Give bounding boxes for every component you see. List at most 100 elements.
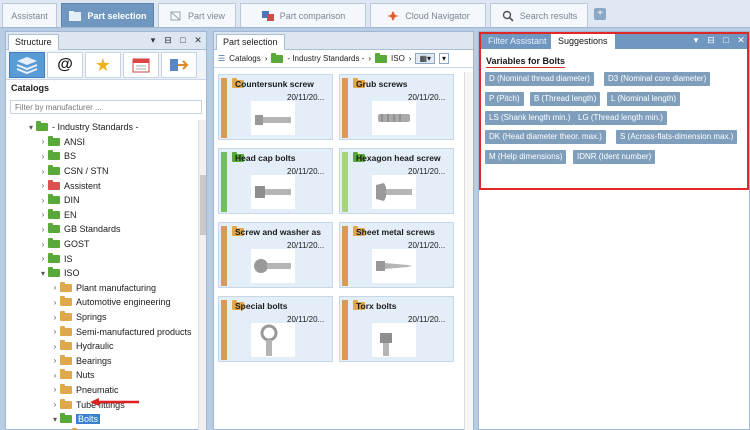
dropdown-icon[interactable]: ▾ (692, 35, 700, 46)
view-options-dropdown[interactable]: ▾ (439, 53, 450, 64)
part-card[interactable]: Head cap bolts 20/11/20... (218, 148, 333, 214)
variable-chip[interactable]: M (Help dimensions) (485, 150, 567, 164)
chevron-right-icon[interactable]: › (50, 371, 60, 380)
tree-item[interactable]: › GOST (6, 237, 200, 252)
chevron-right-icon[interactable]: › (38, 137, 48, 146)
calendar-view-button[interactable] (123, 52, 159, 78)
variable-chip[interactable]: B (Thread length) (530, 92, 601, 106)
variable-chip[interactable]: S (Across-flats-dimension max.) (616, 130, 738, 144)
tree-item[interactable]: › IS (6, 251, 200, 266)
tree-item[interactable]: › DIN (6, 193, 200, 208)
dropdown-icon[interactable]: ▾ (149, 35, 157, 46)
chevron-right-icon[interactable]: › (38, 240, 48, 249)
chevron-down-icon[interactable]: ▾ (38, 269, 48, 278)
chevron-right-icon[interactable]: › (50, 356, 60, 365)
chevron-right-icon[interactable]: › (50, 283, 60, 292)
chevron-right-icon[interactable]: › (50, 298, 60, 307)
structure-tab[interactable]: Structure (8, 34, 59, 50)
tree-item[interactable]: › ANSI (6, 135, 200, 150)
tree-item[interactable]: › Assistent (6, 178, 200, 193)
tree-item[interactable]: ›Countersunk screw (6, 426, 200, 430)
part-grid-scrollbar[interactable] (464, 72, 473, 430)
tree-item[interactable]: ▾ - Industry Standards - (6, 120, 200, 135)
chevron-right-icon[interactable]: › (38, 225, 48, 234)
close-icon[interactable]: ✕ (737, 35, 745, 46)
chevron-right-icon[interactable]: › (38, 181, 48, 190)
at-view-button[interactable]: @ (47, 52, 83, 78)
catalogs-view-button[interactable] (9, 52, 45, 78)
folder-icon (271, 52, 284, 63)
part-card[interactable]: Special bolts 20/11/20... (218, 296, 333, 362)
variable-chip[interactable]: P (Pitch) (485, 92, 524, 106)
tree-scrollbar-thumb[interactable] (200, 175, 206, 235)
view-mode-button[interactable]: ▦▾ (415, 53, 436, 64)
part-card[interactable]: Countersunk screw 20/11/20... (218, 74, 333, 140)
variable-chip[interactable]: IDNR (Ident number) (573, 150, 656, 164)
export-view-button[interactable] (161, 52, 197, 78)
tree-item-label: Assistent (64, 180, 101, 191)
tree-item[interactable]: › BS (6, 149, 200, 164)
tree-item[interactable]: › Pneumatic (6, 383, 200, 398)
tree-item[interactable]: › EN (6, 208, 200, 223)
maximize-icon[interactable]: □ (179, 35, 187, 46)
part-card[interactable]: Grub screws 20/11/20... (339, 74, 454, 140)
catalog-tree: ▾ - Industry Standards - › ANSI › BS › CSN / ST… (6, 120, 200, 430)
tree-item[interactable]: ▾ Bolts (6, 412, 200, 427)
chevron-right-icon[interactable]: › (38, 210, 48, 219)
tab-cloud-navigator[interactable]: Cloud Navigator (370, 3, 486, 27)
favorites-view-button[interactable]: ★ (85, 52, 121, 78)
variable-chip[interactable]: D3 (Nominal core diameter) (604, 72, 711, 86)
tree-item[interactable]: › Plant manufacturing (6, 281, 200, 296)
add-tab-button[interactable]: + (594, 8, 606, 20)
variable-chip[interactable]: LG (Thread length min.) (574, 111, 667, 125)
tab-search-results[interactable]: Search results (490, 3, 588, 27)
tree-item[interactable]: › Bearings (6, 354, 200, 369)
chevron-right-icon[interactable]: › (50, 385, 60, 394)
chevron-right-icon[interactable]: › (38, 152, 48, 161)
tree-item[interactable]: › CSN / STN (6, 164, 200, 179)
tree-item-label: Bolts (76, 414, 101, 425)
tree-item[interactable]: › Nuts (6, 368, 200, 383)
tab-part-selection[interactable]: Part selection (61, 3, 154, 27)
part-card[interactable]: Sheet metal screws 20/11/20... (339, 222, 454, 288)
breadcrumb-iso[interactable]: ISO (391, 54, 405, 63)
close-icon[interactable]: ✕ (194, 35, 202, 46)
part-selection-tab[interactable]: Part selection (216, 34, 285, 50)
part-card[interactable]: Screw and washer as 20/11/20... (218, 222, 333, 288)
breadcrumb-industry-standards[interactable]: - Industry Standards - (287, 54, 364, 63)
manufacturer-filter-input[interactable]: Filter by manufacturer ... (10, 100, 202, 114)
chevron-down-icon[interactable]: ▾ (26, 123, 36, 132)
tree-item[interactable]: › Springs (6, 310, 200, 325)
chevron-right-icon[interactable]: › (50, 313, 60, 322)
maximize-icon[interactable]: □ (722, 35, 730, 46)
tab-filter-assistant[interactable]: Filter Assistant (481, 34, 554, 49)
chevron-right-icon[interactable]: › (50, 400, 60, 409)
chevron-right-icon[interactable]: › (50, 342, 60, 351)
tree-item[interactable]: › Semi-manufactured products (6, 324, 200, 339)
tree-item[interactable]: › Automotive engineering (6, 295, 200, 310)
tree-scrollbar[interactable] (198, 120, 206, 430)
variable-chip[interactable]: D (Nominal thread diameter) (485, 72, 594, 86)
pin-icon[interactable]: ⊟ (164, 35, 172, 46)
tab-part-view[interactable]: Part view (158, 3, 236, 27)
part-card[interactable]: Hexagon head screw 20/11/20... (339, 148, 454, 214)
tab-part-comparison[interactable]: Part comparison (240, 3, 366, 27)
tree-item[interactable]: › GB Standards (6, 222, 200, 237)
chevron-right-icon[interactable]: › (50, 327, 60, 336)
bolt-preview-icon (251, 101, 295, 135)
tree-item[interactable]: › Hydraulic (6, 339, 200, 354)
part-card[interactable]: Torx bolts 20/11/20... (339, 296, 454, 362)
folder-icon (48, 150, 60, 161)
chevron-right-icon[interactable]: › (38, 196, 48, 205)
variable-chip[interactable]: LS (Shank length min.) (485, 111, 575, 125)
tab-suggestions[interactable]: Suggestions (551, 34, 615, 49)
pin-icon[interactable]: ⊟ (707, 35, 715, 46)
variable-chip[interactable]: L (Nominal length) (607, 92, 681, 106)
chevron-right-icon[interactable]: › (38, 167, 48, 176)
breadcrumb-catalogs[interactable]: Catalogs (229, 54, 261, 63)
variable-chip[interactable]: DK (Head diameter theor. max.) (485, 130, 606, 144)
tree-item[interactable]: ▾ ISO (6, 266, 200, 281)
chevron-down-icon[interactable]: ▾ (50, 415, 60, 424)
tab-assistant[interactable]: Assistant (2, 3, 57, 27)
chevron-right-icon[interactable]: › (38, 254, 48, 263)
